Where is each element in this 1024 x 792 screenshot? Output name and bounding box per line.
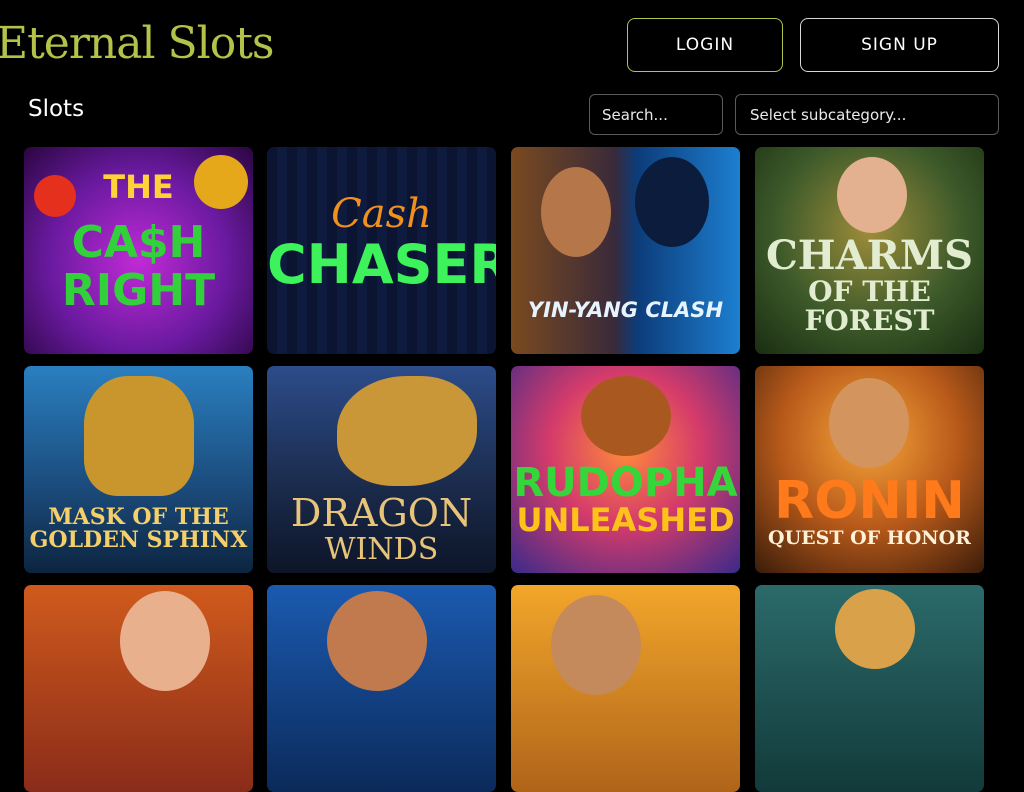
game-tile-yin-yang-clash[interactable]: YIN-YANG CLASH [511,147,740,354]
game-title-line1: DRAGON [290,491,473,535]
warrior-face-icon [541,167,611,257]
game-title-line1: YIN-YANG CLASH [527,298,724,322]
game-title-line2: CA$H RIGHT [61,217,216,317]
game-title-line1: Cash [331,191,432,237]
game-tile-cash-right[interactable]: THE CA$H RIGHT [24,147,253,354]
login-button[interactable]: LOGIN [627,18,783,72]
game-tile-row3-2[interactable] [267,585,496,792]
ronin-face-icon [829,378,909,468]
game-title-line2: CHASER [267,233,496,296]
ninja-face-icon [635,157,709,247]
game-title-line1: THE [103,168,174,206]
game-tile-ronin[interactable]: RONIN QUEST OF HONOR [755,366,984,573]
game-tile-cash-chaser[interactable]: Cash CHASER [267,147,496,354]
character-face-icon [120,591,210,691]
game-tile-row3-3[interactable] [511,585,740,792]
game-tile-golden-sphinx[interactable]: MASK OF THE GOLDEN SPHINX [24,366,253,573]
game-title-line1: CHARMS [765,232,974,279]
reindeer-head-icon [581,376,671,456]
game-title-line1: RUDOPHA [513,460,738,506]
section-title: Slots [28,96,85,122]
game-title-line2: QUEST OF HONOR [768,526,971,549]
game-tile-rudopha[interactable]: RUDOPHA UNLEASHED [511,366,740,573]
subcategory-select[interactable]: Select subcategory... [735,94,999,135]
dragon-head-icon [337,376,477,486]
pharaoh-mask-icon [84,376,194,496]
site-logo[interactable]: Eternal Slots [0,18,274,69]
game-title-line1: RONIN [774,471,965,531]
game-title-line1: MASK OF THE [48,504,229,530]
game-title-line2: UNLEASHED [516,501,735,539]
character-face-icon [327,591,427,691]
game-tile-dragon-winds[interactable]: DRAGON WINDS [267,366,496,573]
search-input[interactable] [589,94,723,135]
game-title-line2: OF THE FOREST [804,275,935,338]
game-tile-row3-1[interactable] [24,585,253,792]
girl-face-icon [837,157,907,233]
game-tile-row3-4[interactable] [755,585,984,792]
game-tile-charms-forest[interactable]: CHARMS OF THE FOREST [755,147,984,354]
game-title-line2: WINDS [324,531,439,567]
game-art [511,147,740,354]
signup-button[interactable]: SIGN UP [800,18,999,72]
game-title-line2: GOLDEN SPHINX [29,527,248,554]
character-face-icon [551,595,641,695]
bird-head-icon [835,589,915,669]
